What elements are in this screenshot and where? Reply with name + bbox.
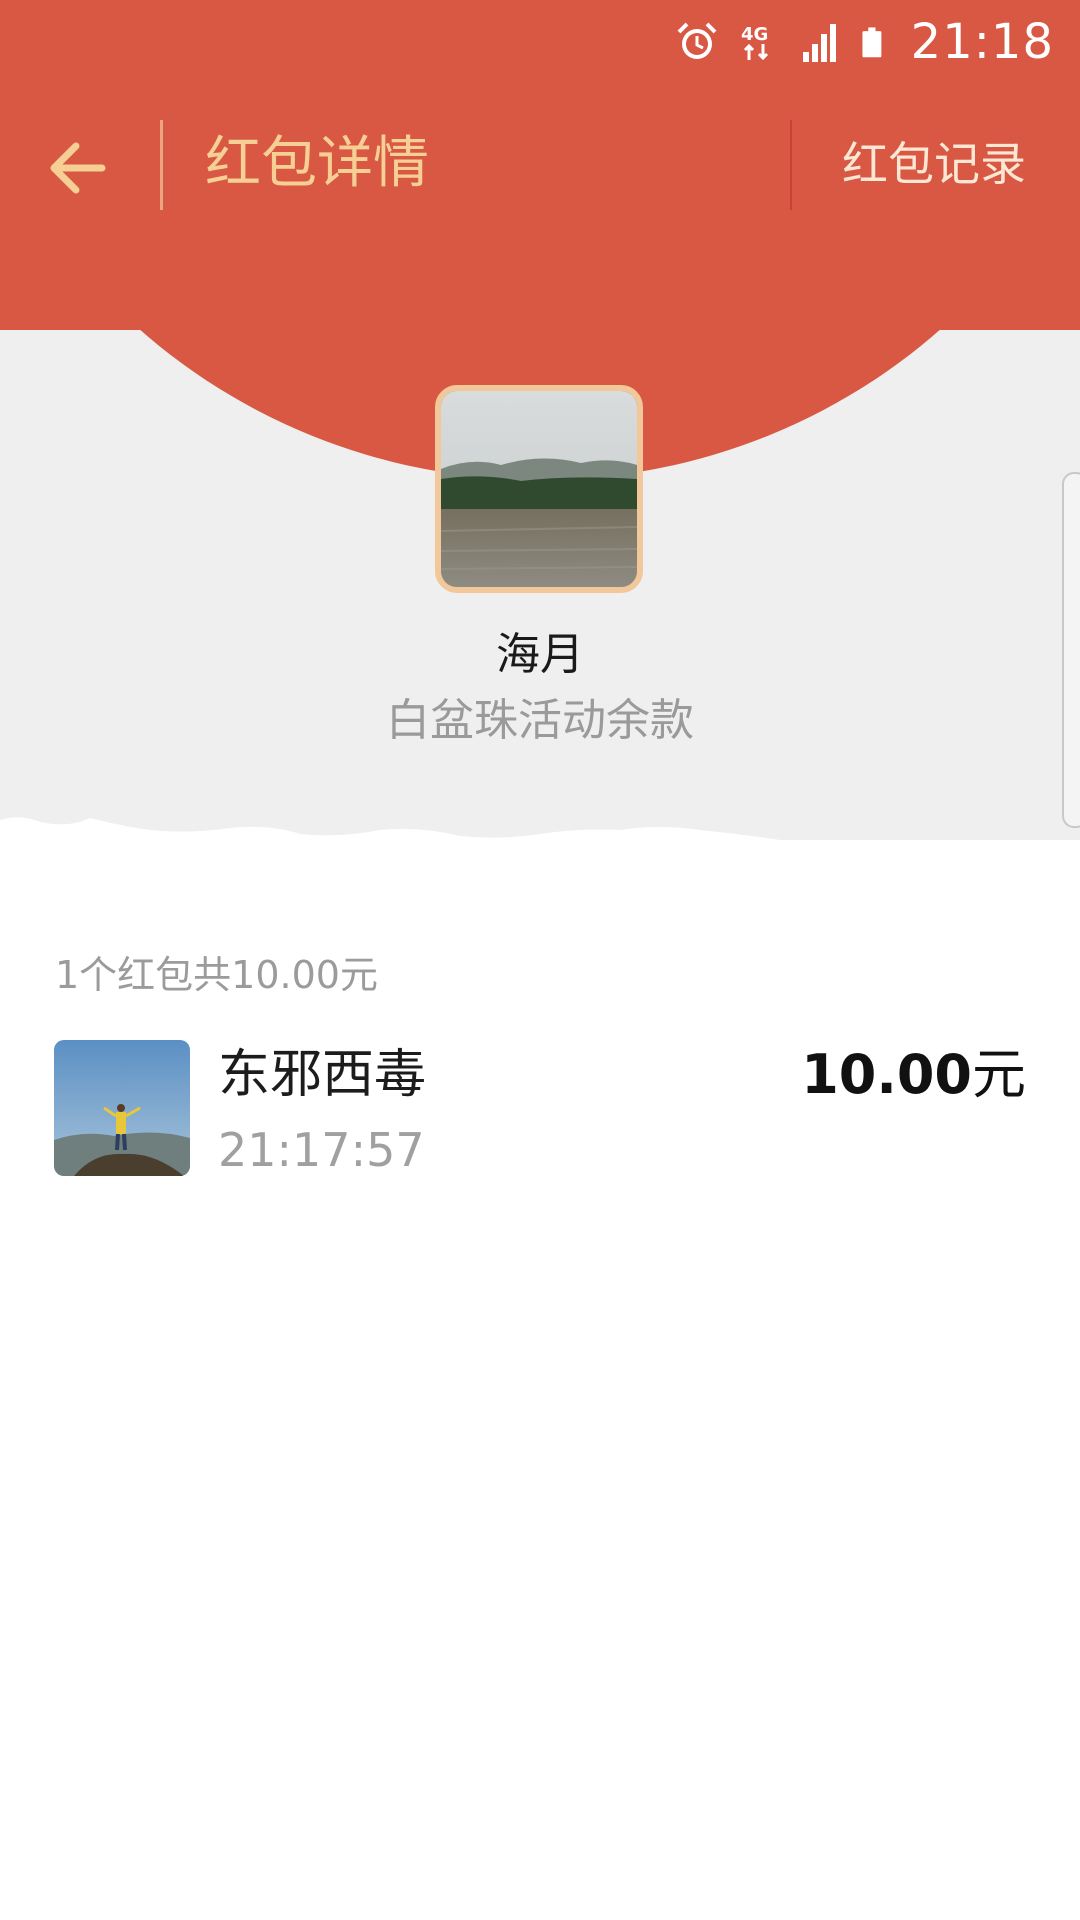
status-icons: 4G 21:18 — [675, 12, 1054, 72]
battery-icon — [862, 27, 882, 58]
received-amount: 10.00元 — [801, 1040, 1026, 1110]
nav-divider — [160, 120, 163, 210]
sender-avatar — [435, 385, 643, 593]
nav-bar: 红包详情 红包记录 — [0, 110, 1080, 220]
mountain-photo — [54, 1040, 190, 1176]
red-packet-summary: 1个红包共10.00元 — [55, 953, 378, 997]
alarm-icon — [677, 22, 717, 59]
status-time: 21:18 — [910, 14, 1054, 70]
red-packet-records-link[interactable]: 红包记录 — [842, 134, 1026, 194]
amount-unit: 元 — [972, 1043, 1026, 1106]
edge-panel-handle[interactable] — [1062, 472, 1080, 828]
landscape-photo — [441, 391, 637, 587]
amount-value: 10.00 — [801, 1043, 972, 1106]
status-bar: 4G 21:18 — [0, 0, 1080, 84]
svg-text:4G: 4G — [741, 24, 768, 45]
back-arrow-icon[interactable] — [40, 128, 120, 208]
recipient-name: 东邪西毒 — [218, 1045, 427, 1105]
recipient-avatar[interactable] — [54, 1040, 190, 1176]
received-time: 21:17:57 — [218, 1123, 425, 1177]
sender-name: 海月 — [496, 629, 584, 680]
page: 4G 21:18 红包详情 红包记录 海月 白盆珠活动余款 1个红包共10.00… — [0, 0, 1080, 1920]
nav-divider-right — [790, 120, 792, 210]
red-packet-message: 白盆珠活动余款 — [386, 695, 694, 746]
recipient-row[interactable]: 东邪西毒 21:17:57 10.00元 — [0, 1040, 1080, 1180]
torn-paper-edge — [0, 817, 1080, 910]
network-4g-icon: 4G — [741, 24, 768, 61]
signal-icon — [802, 24, 836, 62]
page-title: 红包详情 — [205, 131, 429, 196]
